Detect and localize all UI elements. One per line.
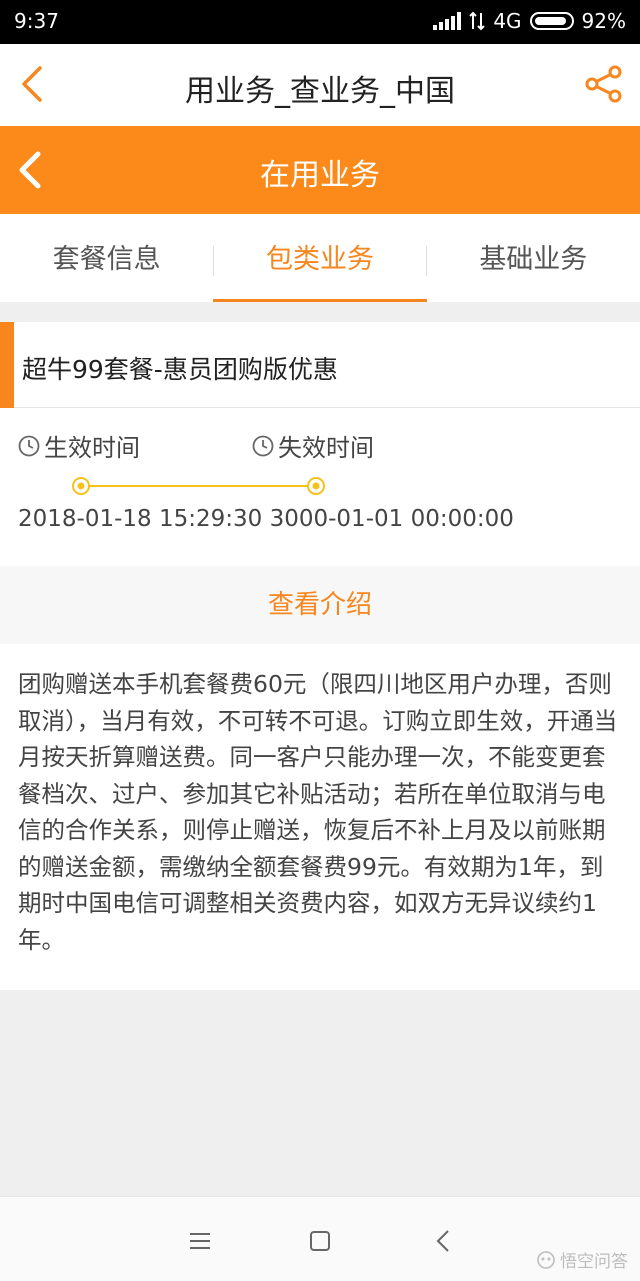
app-header: 在用业务: [0, 126, 640, 214]
view-intro-button[interactable]: 查看介绍: [0, 566, 640, 644]
signal-icon: [433, 12, 462, 30]
watermark-logo-icon: [537, 1250, 555, 1269]
menu-icon[interactable]: [180, 1221, 220, 1261]
package-name: 超牛99套餐-惠员团购版优惠: [22, 355, 338, 384]
effective-time-label: 生效时间: [44, 434, 140, 462]
battery-icon: [529, 12, 574, 30]
watermark: 悟空问答: [536, 1247, 628, 1272]
clock-icon: [252, 435, 274, 456]
network-type: 4G: [493, 9, 522, 33]
share-icon[interactable]: [584, 64, 624, 104]
tab-basic-services[interactable]: 基础业务: [427, 214, 640, 302]
expire-time-value: 3000-01-01 00:00:00: [269, 506, 514, 532]
status-bar: 9:37 4G 92%: [0, 0, 640, 44]
expire-time-label-row: 失效时间: [252, 428, 374, 463]
effective-time-value: 2018-01-18 15:29:30: [18, 506, 263, 532]
data-transfer-icon: [469, 11, 486, 31]
page-title: 用业务_查业务_中国: [185, 74, 455, 109]
package-description: 团购赠送本手机套餐费60元（限四川地区用户办理，否则取消），当月有效，不可转不可…: [18, 670, 618, 954]
package-header: 超牛99套餐-惠员团购版优惠: [0, 322, 640, 408]
validity-dates: 2018-01-18 15:29:30 3000-01-01 00:00:00: [18, 506, 514, 532]
watermark-text: 悟空问答: [560, 1252, 628, 1272]
battery-percent: 92%: [581, 9, 626, 33]
nav-back-icon[interactable]: [424, 1221, 464, 1261]
accent-bar: [0, 322, 14, 408]
home-icon[interactable]: [300, 1221, 340, 1261]
status-icons: 4G 92%: [433, 9, 626, 33]
tab-divider: [426, 246, 427, 276]
header-title: 在用业务: [260, 158, 380, 193]
tab-divider: [213, 246, 214, 276]
effective-time-label-row: 生效时间: [18, 428, 140, 463]
tab-bar: 套餐信息 包类业务 基础业务: [0, 214, 640, 302]
back-chevron-icon[interactable]: [16, 64, 52, 104]
tab-bundle-services[interactable]: 包类业务: [213, 214, 427, 302]
validity-timeline: [72, 477, 325, 495]
expire-time-label: 失效时间: [278, 434, 374, 462]
tab-package-info[interactable]: 套餐信息: [0, 214, 213, 302]
clock-icon: [18, 435, 40, 456]
system-nav-bar: 悟空问答: [0, 1196, 640, 1281]
package-card: 超牛99套餐-惠员团购版优惠 生效时间 失效时间 2018-01-18 15:2…: [0, 322, 640, 990]
status-time: 9:37: [14, 9, 59, 33]
browser-title-bar: 用业务_查业务_中国: [0, 44, 640, 126]
